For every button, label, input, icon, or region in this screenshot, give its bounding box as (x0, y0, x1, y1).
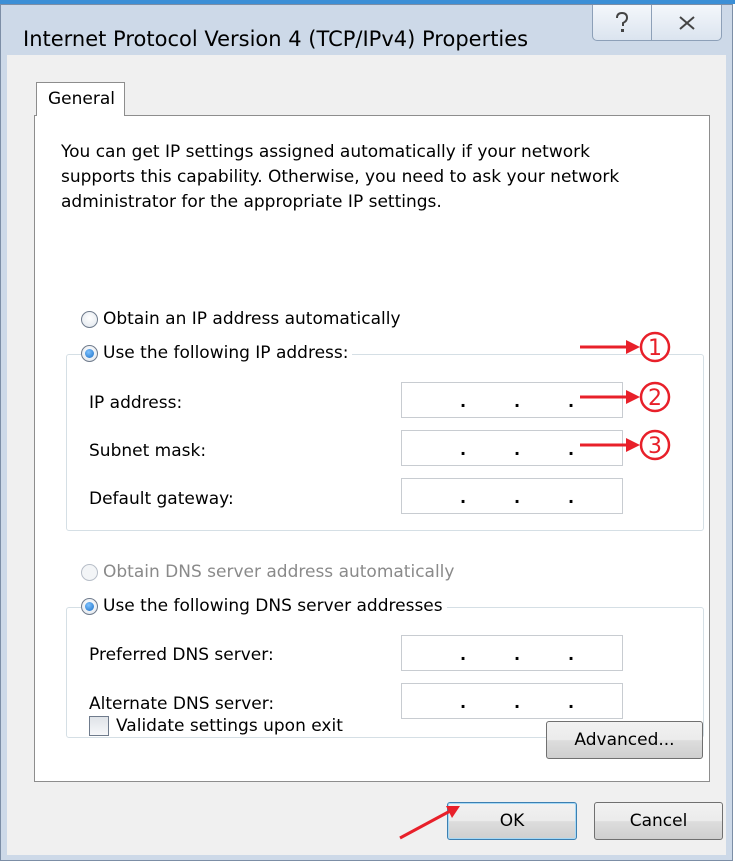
annotation-marker-3: 3 (639, 429, 671, 461)
annotation-marker-2-label: 2 (648, 386, 662, 411)
annotation-marker-1: 1 (639, 331, 671, 363)
tab-general[interactable]: General (36, 82, 125, 116)
annotation-layer: 1 2 3 (399, 331, 671, 840)
annotation-arrow-1 (580, 340, 640, 354)
annotation-arrow-2 (580, 390, 640, 404)
annotation-marker-2: 2 (639, 381, 671, 413)
annotation-arrow-ok (399, 806, 460, 840)
tab-general-label: General (48, 89, 115, 109)
annotation-marker-1-label: 1 (648, 336, 662, 361)
annotation-arrow-3 (580, 438, 640, 452)
annotation-marker-3-label: 3 (648, 434, 662, 459)
